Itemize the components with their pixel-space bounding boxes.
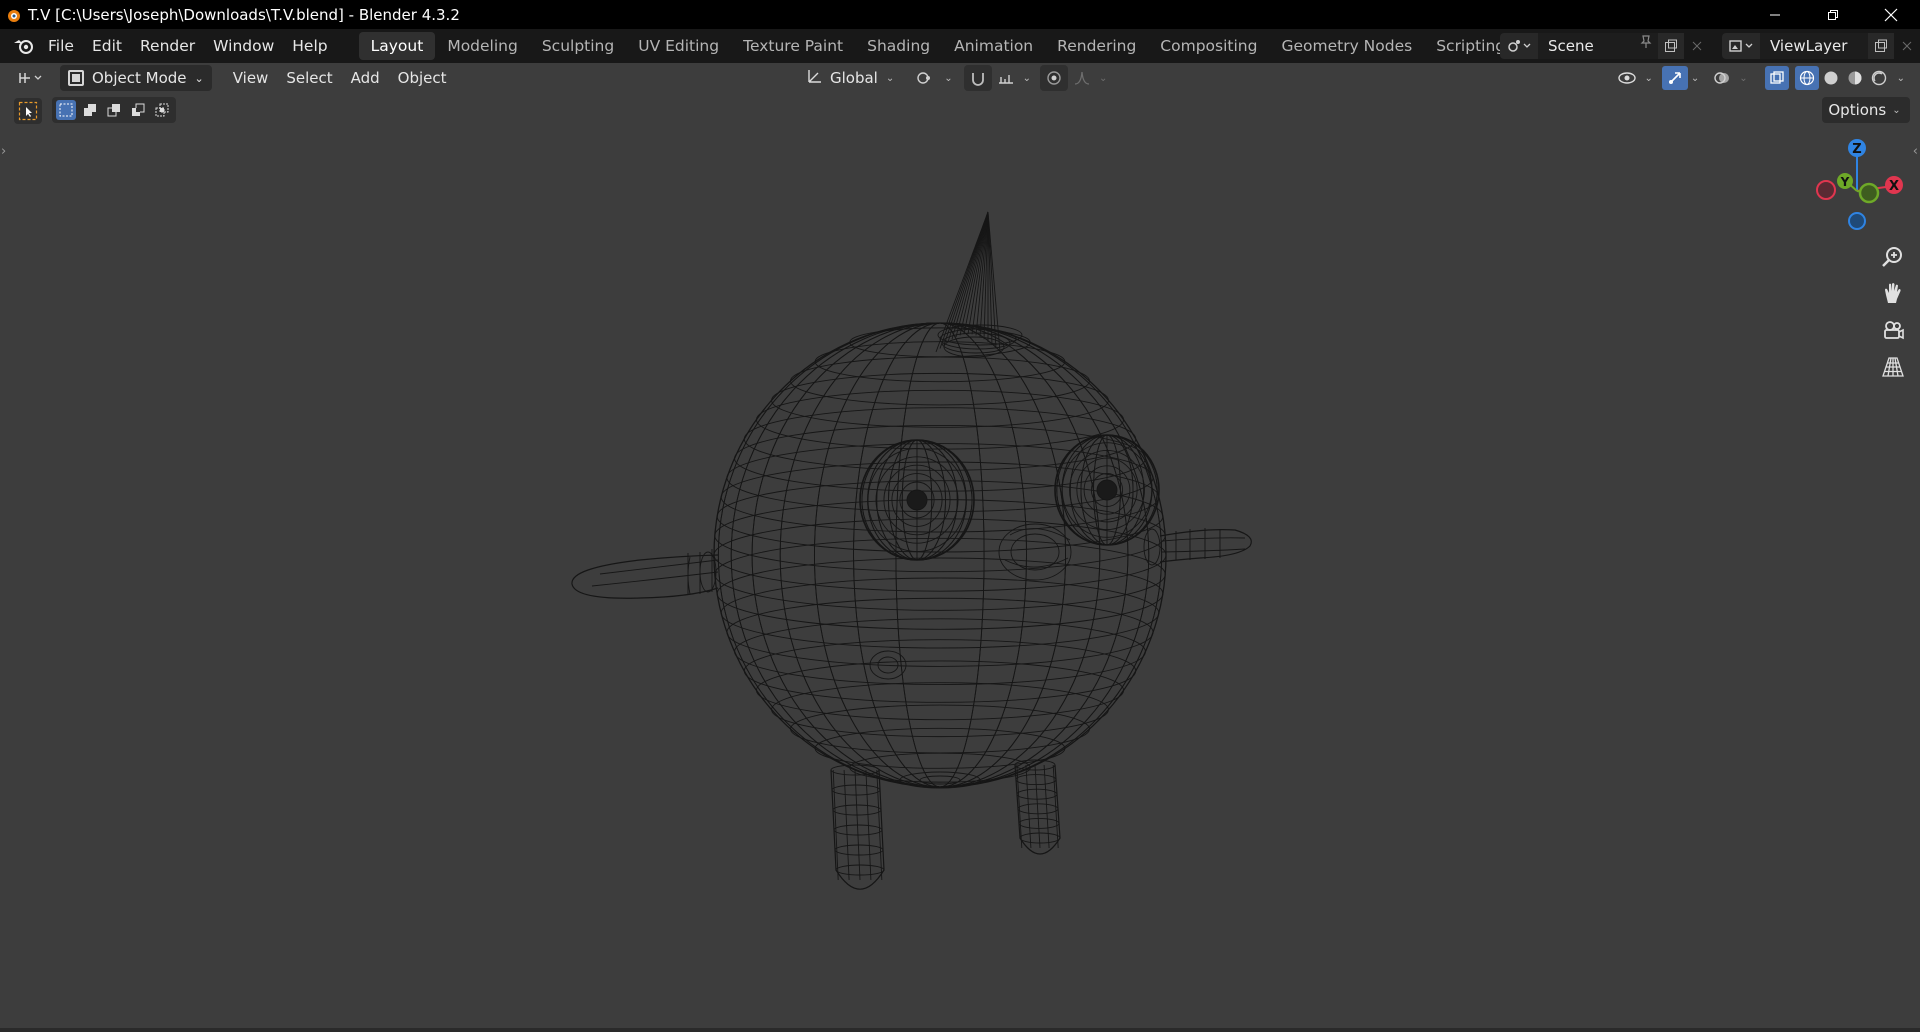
- visibility-icon[interactable]: [1613, 65, 1641, 91]
- chevron-down-icon[interactable]: ⌄: [1691, 73, 1699, 84]
- chevron-down-icon[interactable]: ⌄: [1897, 73, 1905, 84]
- pin-icon[interactable]: [1640, 33, 1652, 59]
- rendered-shading-icon[interactable]: [1867, 66, 1891, 90]
- solid-shading-icon[interactable]: [1819, 66, 1843, 90]
- editor-type-icon[interactable]: [12, 65, 50, 91]
- menu-select[interactable]: Select: [277, 69, 341, 87]
- new-view-layer-icon[interactable]: [1868, 33, 1894, 59]
- tab-rendering[interactable]: Rendering: [1045, 32, 1148, 60]
- navigation-gizmo[interactable]: Z Y X: [1802, 134, 1912, 244]
- menu-window[interactable]: Window: [204, 32, 283, 60]
- menu-view[interactable]: View: [224, 69, 278, 87]
- new-scene-icon[interactable]: [1658, 33, 1684, 59]
- select-invert-icon[interactable]: [128, 100, 148, 120]
- viewport-header: Object Mode ⌄ View Select Add Object Glo…: [0, 63, 1920, 93]
- object-mode-dropdown[interactable]: Object Mode ⌄: [60, 65, 212, 91]
- delete-view-layer-icon[interactable]: [1894, 33, 1920, 59]
- select-intersect-icon[interactable]: [152, 100, 172, 120]
- scene-name-field[interactable]: Scene: [1538, 33, 1658, 59]
- snap-icon[interactable]: [963, 65, 992, 91]
- blender-icon: [2, 4, 24, 26]
- options-dropdown[interactable]: Options ⌄: [1822, 97, 1910, 123]
- wireframe-character-model[interactable]: [560, 200, 1260, 904]
- tab-sculpting[interactable]: Sculpting: [530, 32, 626, 60]
- select-subtract-icon[interactable]: [104, 100, 124, 120]
- pivot-icon[interactable]: [913, 65, 941, 91]
- object-mode-label: Object Mode: [92, 69, 187, 87]
- workspace-tabs: Layout Modeling Sculpting UV Editing Tex…: [358, 32, 1542, 60]
- object-mode-icon: [68, 70, 84, 86]
- chevron-down-icon[interactable]: ⌄: [1739, 73, 1747, 84]
- status-bar: [0, 1028, 1920, 1032]
- tab-layout[interactable]: Layout: [358, 32, 436, 60]
- scene-name: Scene: [1548, 37, 1594, 55]
- select-new-icon[interactable]: [56, 100, 76, 120]
- window-titlebar: T.V [C:\Users\Joseph\Downloads\T.V.blend…: [0, 0, 1920, 29]
- perspective-grid-icon[interactable]: [1876, 350, 1910, 384]
- select-extend-icon[interactable]: [80, 100, 100, 120]
- restore-icon[interactable]: [1804, 0, 1862, 29]
- scene-browse-icon[interactable]: [1500, 33, 1538, 59]
- menu-object[interactable]: Object: [389, 69, 456, 87]
- blender-menu-icon[interactable]: [9, 32, 39, 60]
- transform-tools: Global ⌄ ⌄ ⌄ ⌄: [800, 65, 1110, 91]
- sidebar-expand-icon[interactable]: ‹: [1913, 144, 1918, 159]
- wireframe-shading-icon[interactable]: [1794, 66, 1819, 90]
- viewport-display-tools: ⌄ ⌄ ⌄ ⌄: [1613, 65, 1908, 91]
- window-title: T.V [C:\Users\Joseph\Downloads\T.V.blend…: [28, 5, 460, 24]
- tab-shading[interactable]: Shading: [855, 32, 942, 60]
- menu-file[interactable]: File: [39, 32, 83, 60]
- tab-animation[interactable]: Animation: [942, 32, 1045, 60]
- toolbar-expand-icon[interactable]: ›: [1, 144, 6, 159]
- menu-add[interactable]: Add: [342, 69, 389, 87]
- overlay-icon[interactable]: [1708, 65, 1736, 91]
- snap-target-icon[interactable]: [992, 65, 1020, 91]
- tool-settings-row: Options ⌄: [0, 96, 1920, 124]
- minimize-icon[interactable]: [1746, 0, 1804, 29]
- tab-modeling[interactable]: Modeling: [435, 32, 530, 60]
- menu-edit[interactable]: Edit: [83, 32, 131, 60]
- pan-hand-icon[interactable]: [1876, 276, 1910, 310]
- selection-mode-group: [52, 97, 176, 123]
- menu-help[interactable]: Help: [283, 32, 336, 60]
- view-layer-selector: ViewLayer: [1722, 32, 1920, 60]
- gizmo-neg-y[interactable]: [1858, 182, 1880, 204]
- gizmo-neg-x[interactable]: [1816, 180, 1836, 200]
- select-box-tool-icon[interactable]: [14, 98, 42, 124]
- chevron-down-icon[interactable]: ⌄: [944, 73, 952, 84]
- chevron-down-icon: ⌄: [1892, 104, 1901, 116]
- tab-compositing[interactable]: Compositing: [1148, 32, 1269, 60]
- menu-render[interactable]: Render: [131, 32, 204, 60]
- falloff-icon[interactable]: [1068, 65, 1096, 91]
- top-menu-bar: File Edit Render Window Help Layout Mode…: [0, 29, 1920, 63]
- transform-orientation-label: Global: [830, 69, 878, 87]
- zoom-icon[interactable]: [1876, 240, 1910, 274]
- transform-orientation-icon: [806, 67, 824, 89]
- gizmo-z-label: Z: [1852, 142, 1861, 157]
- chevron-down-icon[interactable]: ⌄: [1023, 73, 1031, 84]
- tab-texture-paint[interactable]: Texture Paint: [731, 32, 855, 60]
- options-label: Options: [1828, 101, 1887, 119]
- transform-orientation-dropdown[interactable]: Global ⌄: [800, 65, 903, 91]
- scene-selector: Scene: [1500, 32, 1710, 60]
- material-shading-icon[interactable]: [1843, 66, 1867, 90]
- gizmo-neg-z[interactable]: [1848, 212, 1866, 230]
- close-icon[interactable]: [1862, 0, 1920, 29]
- tab-geometry-nodes[interactable]: Geometry Nodes: [1269, 32, 1424, 60]
- view-layer-name[interactable]: ViewLayer: [1760, 33, 1868, 59]
- chevron-down-icon[interactable]: ⌄: [1099, 73, 1107, 84]
- tab-uv-editing[interactable]: UV Editing: [626, 32, 731, 60]
- xray-icon[interactable]: [1764, 66, 1789, 90]
- proportional-editing-icon[interactable]: [1040, 65, 1069, 91]
- camera-view-icon[interactable]: [1876, 313, 1910, 347]
- chevron-down-icon[interactable]: ⌄: [1644, 73, 1652, 84]
- delete-scene-icon[interactable]: [1684, 33, 1710, 59]
- chevron-down-icon: ⌄: [194, 71, 204, 85]
- gizmo-y-label: Y: [1840, 175, 1850, 189]
- gizmo-icon[interactable]: [1661, 66, 1688, 90]
- chevron-down-icon: ⌄: [885, 72, 895, 84]
- gizmo-x-label: X: [1889, 179, 1899, 194]
- view-layer-browse-icon[interactable]: [1722, 33, 1760, 59]
